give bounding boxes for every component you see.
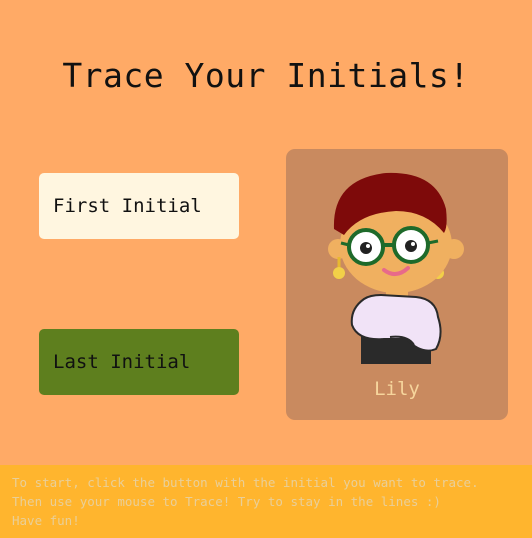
last-initial-button[interactable]: Last Initial bbox=[39, 329, 239, 395]
instruction-line: Have fun! bbox=[12, 513, 80, 528]
first-initial-button[interactable]: First Initial bbox=[39, 173, 239, 239]
instruction-line: To start, click the button with the init… bbox=[12, 475, 479, 490]
character-card: Lily bbox=[286, 149, 508, 420]
instruction-line: Then use your mouse to Trace! Try to sta… bbox=[12, 494, 441, 509]
page-title: Trace Your Initials! bbox=[62, 56, 470, 95]
instructions-panel: To start, click the button with the init… bbox=[0, 465, 532, 538]
character-name-label: Lily bbox=[374, 378, 420, 400]
